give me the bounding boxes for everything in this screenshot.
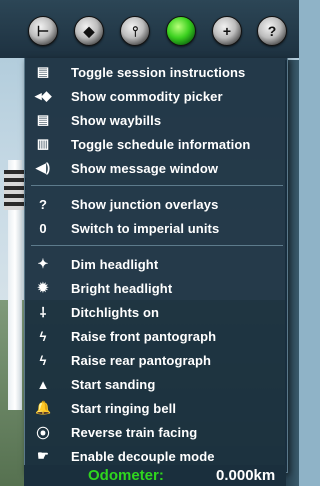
question-icon: ? [39,196,47,212]
menu-item-label: Show message window [71,160,219,176]
menu-item-show-message-window[interactable]: ◀) Show message window [25,156,287,180]
menu-item-label: Dim headlight [71,256,159,272]
menu-item-label: Bright headlight [71,280,173,296]
menu-item-ditchlights-on[interactable]: ⸸ Ditchlights on [25,300,287,324]
menu-item-start-sanding[interactable]: ▲ Start sanding [25,372,287,396]
menu-item-label: Show junction overlays [71,196,219,212]
status-button[interactable] [166,16,196,46]
odometer-value: 0.000km [216,467,276,484]
menu-item-show-junction-overlays[interactable]: ? Show junction overlays [25,192,287,216]
plus-icon: + [222,23,232,39]
menu-item-bright-headlight[interactable]: ✹ Bright headlight [25,276,287,300]
menu-item-toggle-session-instructions[interactable]: ▤ Toggle session instructions [25,60,287,84]
menu-item-label: Toggle session instructions [71,64,246,80]
schedule-icon: ▥ [36,136,50,151]
menu-item-label: Reverse train facing [71,424,198,440]
menu-item-label: Raise front pantograph [71,328,217,344]
sand-icon: ▲ [36,376,50,392]
add-button[interactable]: + [212,16,242,46]
menu-item-toggle-schedule-information[interactable]: ▥ Toggle schedule information [25,132,287,156]
odometer-bar: Odometer: 0.000km [24,465,286,486]
options-menu: ▤ Toggle session instructions ◂◆ Show co… [24,58,288,473]
hud-toolbar: ⊢ ◆ ⫯ + ? [0,0,299,58]
ditchlight-icon: ⸸ [39,305,47,320]
menu-item-reverse-train-facing[interactable]: ⦿ Reverse train facing [25,420,287,444]
odometer-label: Odometer: [88,467,164,484]
menu-item-label: Enable decouple mode [71,448,215,464]
speaker-icon: ◀) [35,160,51,175]
bright-headlight-icon: ✹ [37,280,49,295]
eraser-icon: ◆ [83,23,95,39]
menu-divider [31,245,283,246]
decouple-icon: ☛ [37,448,49,463]
menu-item-label: Show waybills [71,112,162,128]
help-button[interactable]: ? [257,16,287,46]
menu-item-show-commodity-picker[interactable]: ◂◆ Show commodity picker [25,84,287,108]
dim-headlight-icon: ✦ [37,256,49,271]
menu-item-label: Start sanding [71,376,156,392]
menu-item-label: Toggle schedule information [71,136,251,152]
menu-item-label: Raise rear pantograph [71,352,212,368]
menu-item-raise-rear-pantograph[interactable]: ϟ Raise rear pantograph [25,348,287,372]
menu-item-label: Show commodity picker [71,88,223,104]
eraser-button[interactable]: ◆ [74,16,104,46]
diamond-arrows-icon: ◂◆ [35,88,52,103]
menu-item-label: Switch to imperial units [71,220,220,236]
bell-icon: 🔔 [35,400,52,415]
menu-item-raise-front-pantograph[interactable]: ϟ Raise front pantograph [25,324,287,348]
driving-button[interactable]: ⊢ [28,16,58,46]
menu-item-switch-to-imperial-units[interactable]: 0 Switch to imperial units [25,216,287,240]
menu-item-show-waybills[interactable]: ▤ Show waybills [25,108,287,132]
menu-item-label: Start ringing bell [71,400,177,416]
pantograph-front-icon: ϟ [39,328,47,344]
waybill-icon: ▤ [36,112,50,127]
document-icon: ▤ [36,64,50,79]
reverse-icon: ⦿ [36,425,50,441]
junction-button[interactable]: ⫯ [120,16,150,46]
menu-divider [31,185,283,186]
menu-item-start-ringing-bell[interactable]: 🔔 Start ringing bell [25,396,287,420]
pole-stripes [4,170,26,210]
help-icon: ? [267,23,277,39]
units-icon: 0 [39,220,47,236]
junction-icon: ⫯ [131,23,139,39]
menu-item-dim-headlight[interactable]: ✦ Dim headlight [25,252,287,276]
menu-item-label: Ditchlights on [71,304,160,320]
pantograph-rear-icon: ϟ [39,352,47,368]
driving-icon: ⊢ [36,23,50,39]
